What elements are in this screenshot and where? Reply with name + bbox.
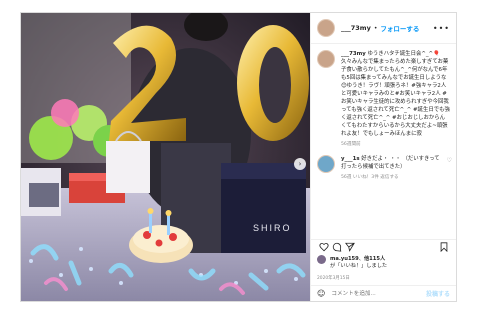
avatar[interactable] (317, 19, 335, 37)
photo-box-label: SHIRO (253, 223, 292, 233)
caption-author[interactable]: ___73my (341, 51, 366, 57)
post-header: ___73my • フォローする ••• (311, 13, 456, 44)
emoji-icon[interactable]: ☺ (317, 289, 325, 298)
heart-icon[interactable] (317, 240, 330, 253)
comment-author[interactable]: y___1s (341, 156, 360, 162)
more-icon[interactable]: ••• (433, 24, 450, 33)
comment-input[interactable] (329, 289, 426, 298)
likes-row: ma.yu159、他115人 が「いいね！」しました (317, 255, 452, 269)
instagram-post: SHIRO › ___73my • フォローする ••• ___73my ゆうき… (20, 12, 457, 302)
post-comment-button[interactable]: 投稿する (426, 289, 450, 298)
comments-section: ___73my ゆうきハタチ誕生日会^_^🎈 久々みんなで集まったらめた楽しすぎ… (311, 44, 456, 240)
follow-button[interactable]: フォローする (380, 23, 419, 33)
username-link[interactable]: ___73my (341, 24, 371, 32)
caption-avatar[interactable] (317, 50, 335, 68)
liker-avatar[interactable] (317, 255, 326, 264)
share-icon[interactable] (343, 240, 356, 253)
comment-avatar[interactable] (317, 155, 335, 173)
caption-text: ゆうきハタチ誕生日会^_^🎈 久々みんなで集まったらめた楽しすぎてお菓子食い散ら… (341, 51, 450, 137)
comment-body: y___1s 好きだよ・ ・・ （だいすきって打ったら候補で出てきた） 56週 … (341, 155, 445, 182)
comment-heart-icon[interactable]: ♡ (447, 157, 452, 164)
photo-image: SHIRO (21, 13, 310, 301)
likes-user[interactable]: ma.yu159 (330, 256, 359, 262)
action-bar (311, 239, 456, 253)
next-photo-button[interactable]: › (294, 158, 306, 170)
post-photo[interactable]: SHIRO › (21, 13, 310, 301)
comment-item: y___1s 好きだよ・ ・・ （だいすきって打ったら候補で出てきた） 56週 … (317, 155, 452, 182)
likes-suffix: が「いいね！」しました (330, 263, 388, 269)
post-date[interactable]: 2020年3月15日 (317, 275, 350, 281)
comment-bar: ☺ 投稿する (311, 285, 456, 301)
likes-text: ma.yu159、他115人 が「いいね！」しました (330, 256, 388, 269)
bookmark-icon[interactable] (437, 240, 450, 253)
post-side-panel: ___73my • フォローする ••• ___73my ゆうきハタチ誕生日会^… (310, 13, 456, 301)
caption: ___73my ゆうきハタチ誕生日会^_^🎈 久々みんなで集まったらめた楽しすぎ… (317, 50, 450, 149)
separator: • (373, 24, 378, 32)
likes-others[interactable]: 他115人 (364, 256, 385, 262)
comment-icon[interactable] (330, 240, 343, 253)
next-icon: › (298, 160, 302, 168)
caption-time: 56週間前 (341, 142, 361, 147)
comment-time: 56週 いいね！3件 返信する (341, 175, 399, 180)
caption-body: ___73my ゆうきハタチ誕生日会^_^🎈 久々みんなで集まったらめた楽しすぎ… (341, 50, 450, 149)
